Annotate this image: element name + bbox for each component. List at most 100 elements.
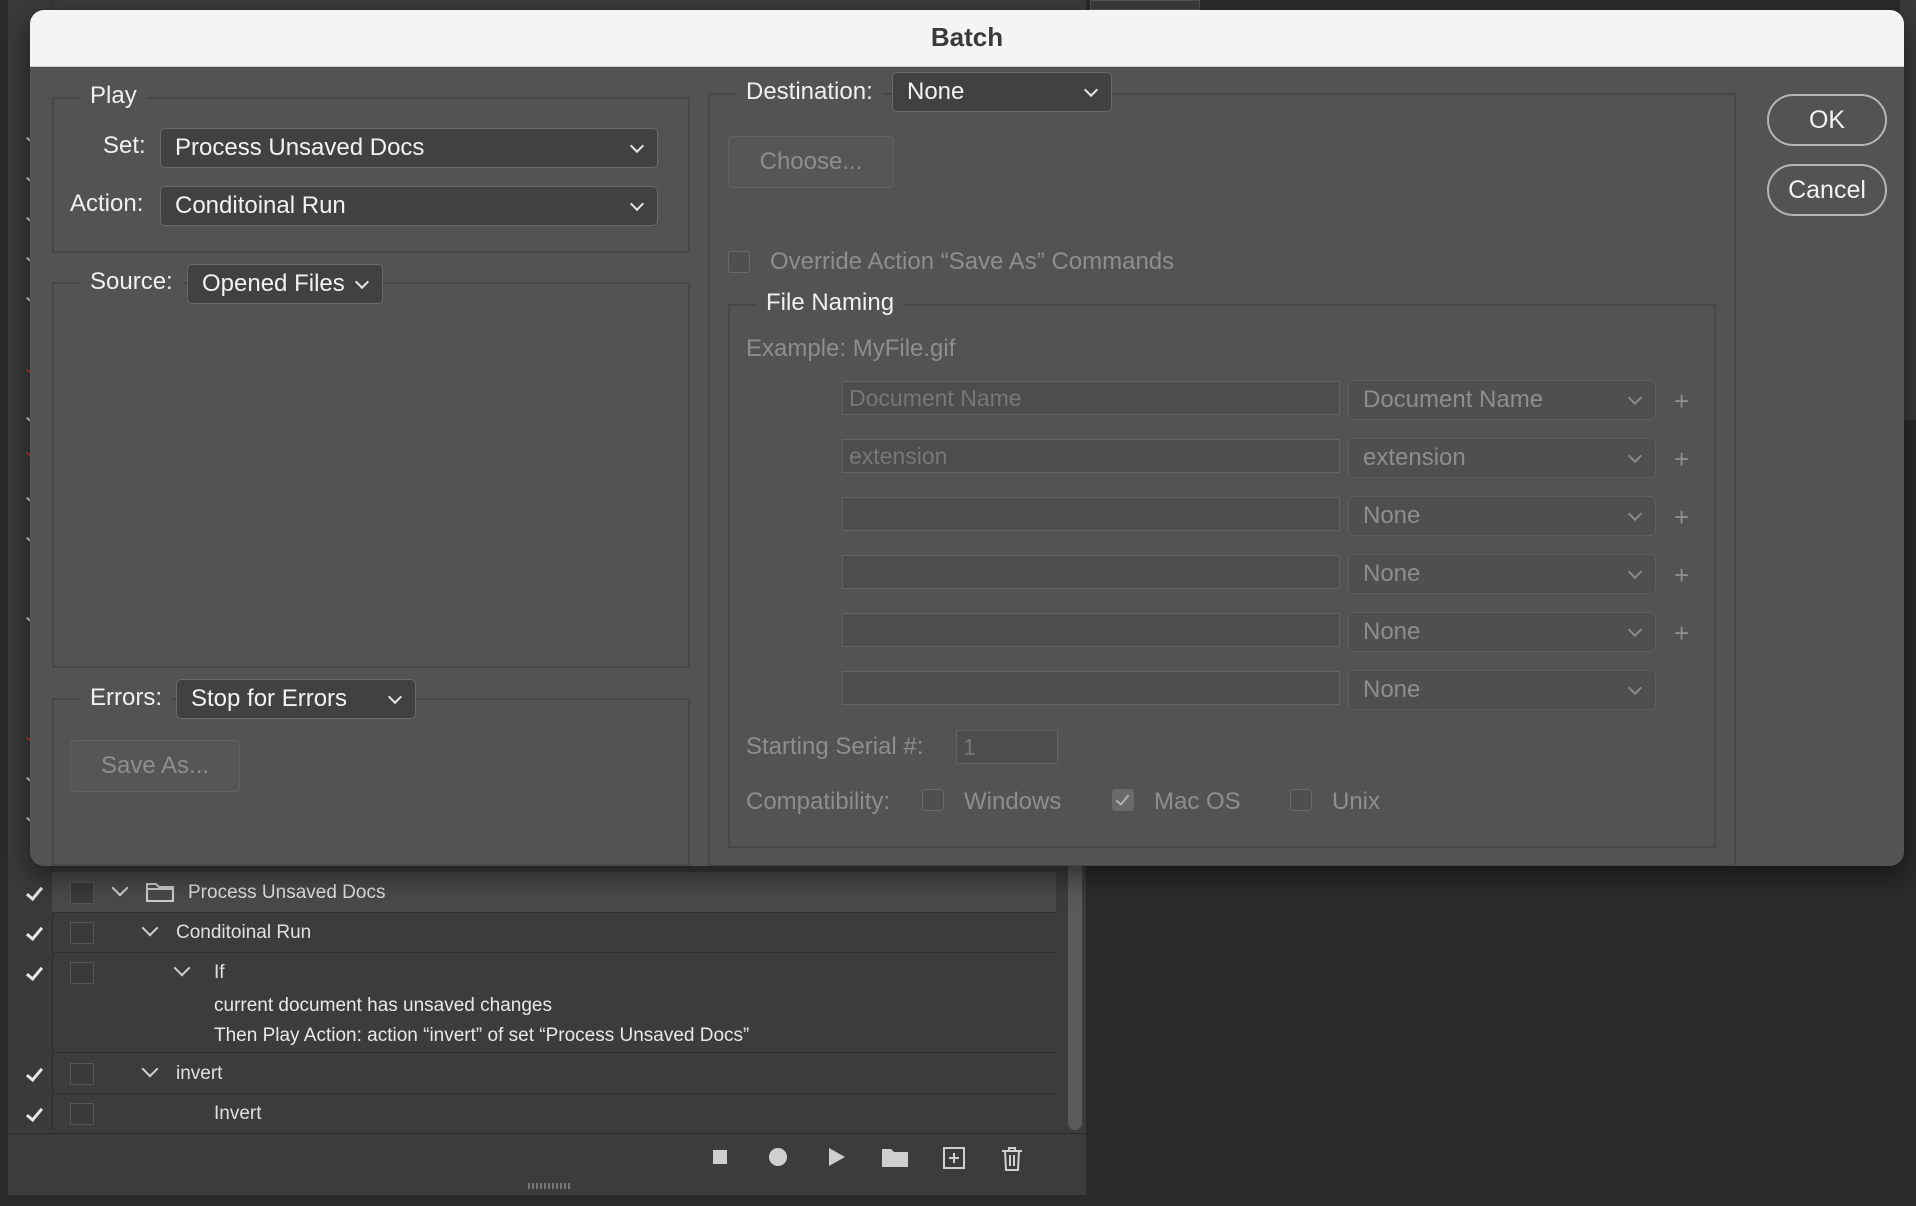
chevron-down-icon (1627, 564, 1643, 580)
naming-field-5[interactable] (842, 613, 1340, 647)
naming-select-1[interactable]: Document Name (1348, 380, 1656, 420)
action-step-row[interactable]: Invert (25, 1093, 1056, 1134)
override-checkbox[interactable] (728, 251, 750, 273)
chevron-down-icon (1627, 448, 1643, 464)
naming-select-5[interactable]: None (1348, 612, 1656, 652)
source-group (52, 282, 690, 668)
cancel-button[interactable]: Cancel (1767, 164, 1887, 216)
errors-select[interactable]: Stop for Errors (176, 679, 416, 719)
ok-button[interactable]: OK (1767, 94, 1887, 146)
chevron-down-icon[interactable] (141, 1060, 159, 1078)
chevron-down-icon (1083, 82, 1099, 98)
chevron-down-icon (387, 689, 403, 705)
set-select-value: Process Unsaved Docs (175, 134, 425, 161)
play-icon[interactable] (824, 1146, 848, 1168)
record-icon[interactable] (766, 1146, 790, 1168)
set-select[interactable]: Process Unsaved Docs (160, 128, 658, 168)
naming-select-4[interactable]: None (1348, 554, 1656, 594)
actions-footer (8, 1133, 1086, 1180)
dialog-toggle-box[interactable] (70, 962, 94, 984)
mac-os-checkbox[interactable] (1112, 789, 1134, 811)
save-as-button[interactable]: Save As... (70, 740, 240, 792)
step-label: Invert (214, 1103, 262, 1124)
chevron-down-icon (1627, 390, 1643, 406)
action-set-row[interactable]: Process Unsaved Docs (25, 872, 1056, 913)
override-label: Override Action “Save As” Commands (770, 248, 1175, 275)
dialog-toggle-box[interactable] (70, 1063, 94, 1085)
naming-field-6[interactable] (842, 671, 1340, 705)
dialog-toggle-box[interactable] (70, 1103, 94, 1125)
action-set-label: Process Unsaved Docs (188, 882, 386, 903)
naming-select-value: None (1363, 560, 1421, 587)
file-naming-example: Example: MyFile.gif (746, 335, 956, 362)
add-row-icon[interactable]: + (1674, 562, 1689, 588)
action-row[interactable]: Conditoinal Run (25, 912, 1056, 953)
chevron-down-icon (1627, 622, 1643, 638)
compat-label: Compatibility: (746, 788, 891, 815)
windows-label: Windows (964, 788, 1062, 815)
errors-select-value: Stop for Errors (191, 685, 348, 712)
windows-checkbox[interactable] (922, 789, 944, 811)
condition-text: current document has unsaved changes (214, 995, 552, 1016)
naming-select-value: extension (1363, 444, 1466, 471)
add-row-icon[interactable]: + (1674, 620, 1689, 646)
step-label: If (214, 962, 225, 983)
trash-icon[interactable] (1000, 1146, 1024, 1171)
naming-select-6[interactable]: None (1348, 670, 1656, 710)
condition-text: Then Play Action: action “invert” of set… (214, 1025, 750, 1046)
source-select[interactable]: Opened Files (187, 264, 383, 304)
chevron-down-icon (629, 196, 645, 212)
errors-label: Errors: (80, 684, 172, 712)
play-legend: Play (80, 82, 147, 110)
stop-icon[interactable] (708, 1146, 732, 1168)
source-label: Source: (80, 268, 183, 296)
chevron-down-icon (354, 274, 370, 290)
add-row-icon[interactable]: + (1674, 504, 1689, 530)
chevron-down-icon[interactable] (111, 879, 129, 897)
resize-grip[interactable] (528, 1183, 570, 1189)
action-step-row[interactable]: If current document has unsaved changes … (25, 952, 1056, 1053)
unix-label: Unix (1332, 788, 1381, 815)
serial-label: Starting Serial #: (746, 733, 924, 760)
play-group (52, 97, 690, 253)
destination-select[interactable]: None (892, 72, 1112, 112)
destination-select-value: None (907, 78, 965, 105)
unix-checkbox[interactable] (1290, 789, 1312, 811)
new-action-icon[interactable] (942, 1146, 966, 1169)
action-label: Conditoinal Run (176, 922, 312, 943)
chevron-down-icon (1627, 506, 1643, 522)
chevron-down-icon (1627, 680, 1643, 696)
naming-field-4[interactable] (842, 555, 1340, 589)
naming-select-value: None (1363, 618, 1421, 645)
dialog-toggle-box[interactable] (70, 922, 94, 944)
file-naming-legend: File Naming (756, 289, 905, 317)
batch-dialog: Batch Play Set: Process Unsaved Docs Act… (30, 10, 1904, 866)
dialog-title: Batch (930, 22, 1004, 52)
source-select-value: Opened Files (202, 270, 345, 297)
naming-select-value: None (1363, 676, 1421, 703)
add-row-icon[interactable]: + (1674, 388, 1689, 414)
naming-field-2[interactable]: extension (842, 439, 1340, 473)
chevron-down-icon[interactable] (141, 919, 159, 937)
dialog-toggle-box[interactable] (70, 882, 94, 904)
action-select-value: Conditoinal Run (175, 192, 346, 219)
add-row-icon[interactable]: + (1674, 446, 1689, 472)
action-row[interactable]: invert (25, 1053, 1056, 1094)
naming-field-1[interactable]: Document Name (842, 381, 1340, 415)
choose-button[interactable]: Choose... (728, 136, 894, 188)
naming-select-3[interactable]: None (1348, 496, 1656, 536)
action-label: invert (176, 1063, 223, 1084)
serial-input[interactable]: 1 (956, 730, 1058, 764)
chevron-down-icon (629, 138, 645, 154)
chevron-down-icon[interactable] (173, 959, 191, 977)
dialog-titlebar[interactable]: Batch (30, 10, 1904, 67)
panel-scrollbar[interactable] (1068, 840, 1082, 1130)
action-select[interactable]: Conditoinal Run (160, 186, 658, 226)
destination-label: Destination: (736, 78, 883, 106)
new-set-folder-icon[interactable] (880, 1146, 910, 1168)
background-toolbar (1090, 0, 1200, 10)
naming-field-3[interactable] (842, 497, 1340, 531)
naming-select-2[interactable]: extension (1348, 438, 1656, 478)
naming-select-value: Document Name (1363, 386, 1544, 413)
action-label: Action: (70, 190, 144, 217)
